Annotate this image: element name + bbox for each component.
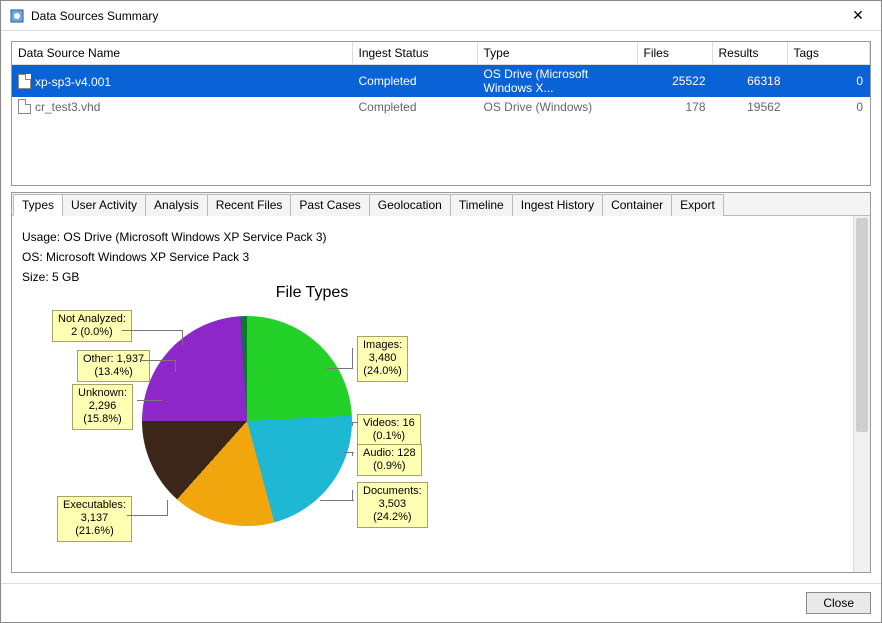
tab-user-activity[interactable]: User Activity (62, 194, 146, 216)
tab-content: Usage: OS Drive (Microsoft Windows XP Se… (12, 216, 870, 572)
callout-other: Other: 1,937(13.4%) (77, 350, 150, 382)
col-status[interactable]: Ingest Status (352, 42, 477, 65)
app-icon (9, 8, 25, 24)
leader-line (352, 348, 353, 368)
table-row[interactable]: xp-sp3-v4.001CompletedOS Drive (Microsof… (12, 65, 870, 98)
callout-audio: Audio: 128(0.9%) (357, 444, 422, 476)
file-icon (18, 74, 31, 89)
callout-documents: Documents:3,503(24.2%) (357, 482, 428, 528)
titlebar[interactable]: Data Sources Summary ✕ (1, 1, 881, 31)
callout-executables: Executables:3,137(21.6%) (57, 496, 132, 542)
file-types-chart: File Types Images:3,480(24.0%)Videos: 16… (22, 290, 442, 572)
summary-size: Size: 5 GB (22, 270, 843, 284)
callout-unknown: Unknown:2,296(15.8%) (72, 384, 133, 430)
pie-chart (142, 316, 352, 526)
scrollbar-vertical[interactable] (853, 216, 870, 572)
leader-line (137, 400, 162, 401)
callout-not-analyzed: Not Analyzed:2 (0.0%) (52, 310, 132, 342)
leader-line (352, 422, 358, 423)
col-tags[interactable]: Tags (787, 42, 870, 65)
file-icon (18, 99, 31, 114)
col-files[interactable]: Files (637, 42, 712, 65)
close-button[interactable]: Close (806, 592, 871, 614)
content-area: Data Source Name Ingest Status Type File… (1, 31, 881, 583)
tab-timeline[interactable]: Timeline (450, 194, 513, 216)
summary-os: OS: Microsoft Windows XP Service Pack 3 (22, 250, 843, 264)
summary-usage: Usage: OS Drive (Microsoft Windows XP Se… (22, 230, 843, 244)
leader-line (167, 500, 168, 516)
dialog-footer: Close (1, 583, 881, 622)
leader-line (122, 330, 182, 331)
leader-line (320, 500, 354, 501)
table-row[interactable]: cr_test3.vhdCompletedOS Drive (Windows)1… (12, 97, 870, 116)
leader-line (127, 515, 167, 516)
tabs-panel: TypesUser ActivityAnalysisRecent FilesPa… (11, 192, 871, 573)
callout-images: Images:3,480(24.0%) (357, 336, 408, 382)
table-header-row[interactable]: Data Source Name Ingest Status Type File… (12, 42, 870, 65)
tab-past-cases[interactable]: Past Cases (290, 194, 369, 216)
leader-line (182, 330, 183, 345)
data-source-table[interactable]: Data Source Name Ingest Status Type File… (11, 41, 871, 186)
leader-line (327, 368, 353, 369)
tab-scroll-area[interactable]: Usage: OS Drive (Microsoft Windows XP Se… (12, 216, 853, 572)
window-title: Data Sources Summary (31, 9, 843, 23)
dialog-window: Data Sources Summary ✕ Data Source Name … (0, 0, 882, 623)
scrollbar-thumb[interactable] (856, 218, 868, 432)
tab-analysis[interactable]: Analysis (145, 194, 208, 216)
chart-title: File Types (102, 284, 522, 302)
tab-export[interactable]: Export (671, 194, 724, 216)
leader-line (344, 452, 354, 453)
tab-types[interactable]: Types (13, 194, 63, 216)
callout-videos: Videos: 16(0.1%) (357, 414, 421, 446)
tab-ingest-history[interactable]: Ingest History (512, 194, 603, 216)
tab-recent-files[interactable]: Recent Files (207, 194, 292, 216)
close-icon[interactable]: ✕ (843, 7, 873, 24)
col-results[interactable]: Results (712, 42, 787, 65)
tabstrip: TypesUser ActivityAnalysisRecent FilesPa… (12, 193, 870, 216)
leader-line (175, 360, 176, 372)
tab-container[interactable]: Container (602, 194, 672, 216)
leader-line (352, 490, 353, 500)
col-type[interactable]: Type (477, 42, 637, 65)
tab-geolocation[interactable]: Geolocation (369, 194, 451, 216)
leader-line (140, 360, 175, 361)
col-name[interactable]: Data Source Name (12, 42, 352, 65)
